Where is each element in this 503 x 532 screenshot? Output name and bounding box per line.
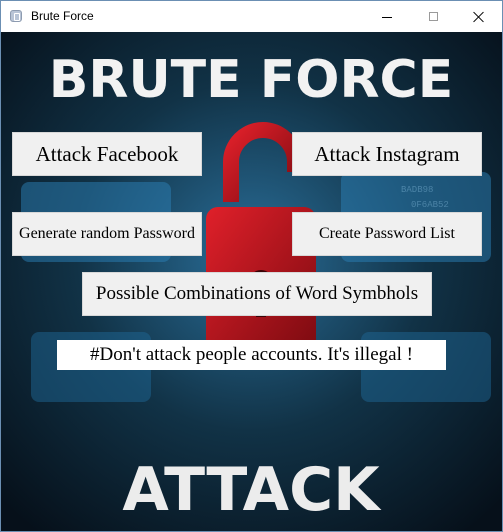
window-title: Brute Force	[31, 9, 94, 23]
close-button[interactable]	[456, 1, 502, 32]
svg-text:0F6AB52: 0F6AB52	[411, 200, 449, 210]
warning-label: #Don't attack people accounts. It's ille…	[57, 340, 446, 370]
minimize-icon	[382, 16, 392, 18]
title-bar[interactable]: Brute Force	[1, 1, 502, 32]
maximize-button[interactable]	[410, 1, 456, 32]
close-icon	[473, 11, 485, 23]
create-password-list-button[interactable]: Create Password List	[292, 212, 482, 256]
minimize-button[interactable]	[364, 1, 410, 32]
app-icon[interactable]	[10, 10, 22, 22]
attack-facebook-button[interactable]: Attack Facebook	[12, 132, 202, 176]
headline-text: BRUTE FORCE	[49, 50, 453, 110]
maximize-icon	[428, 12, 438, 21]
main-canvas: BADB98 0F6AB52 93C9A BRUTE FORCE ATTACK …	[1, 32, 502, 531]
combinations-button[interactable]: Possible Combinations of Word Symbhols	[82, 272, 432, 316]
generate-password-button[interactable]: Generate random Password	[12, 212, 202, 256]
footer-text: ATTACK	[122, 455, 382, 525]
attack-instagram-button[interactable]: Attack Instagram	[292, 132, 482, 176]
app-window: Brute Force BADB98 0F6AB52 BRUTE FORCE A…	[0, 0, 503, 532]
svg-text:BADB98: BADB98	[401, 185, 433, 195]
